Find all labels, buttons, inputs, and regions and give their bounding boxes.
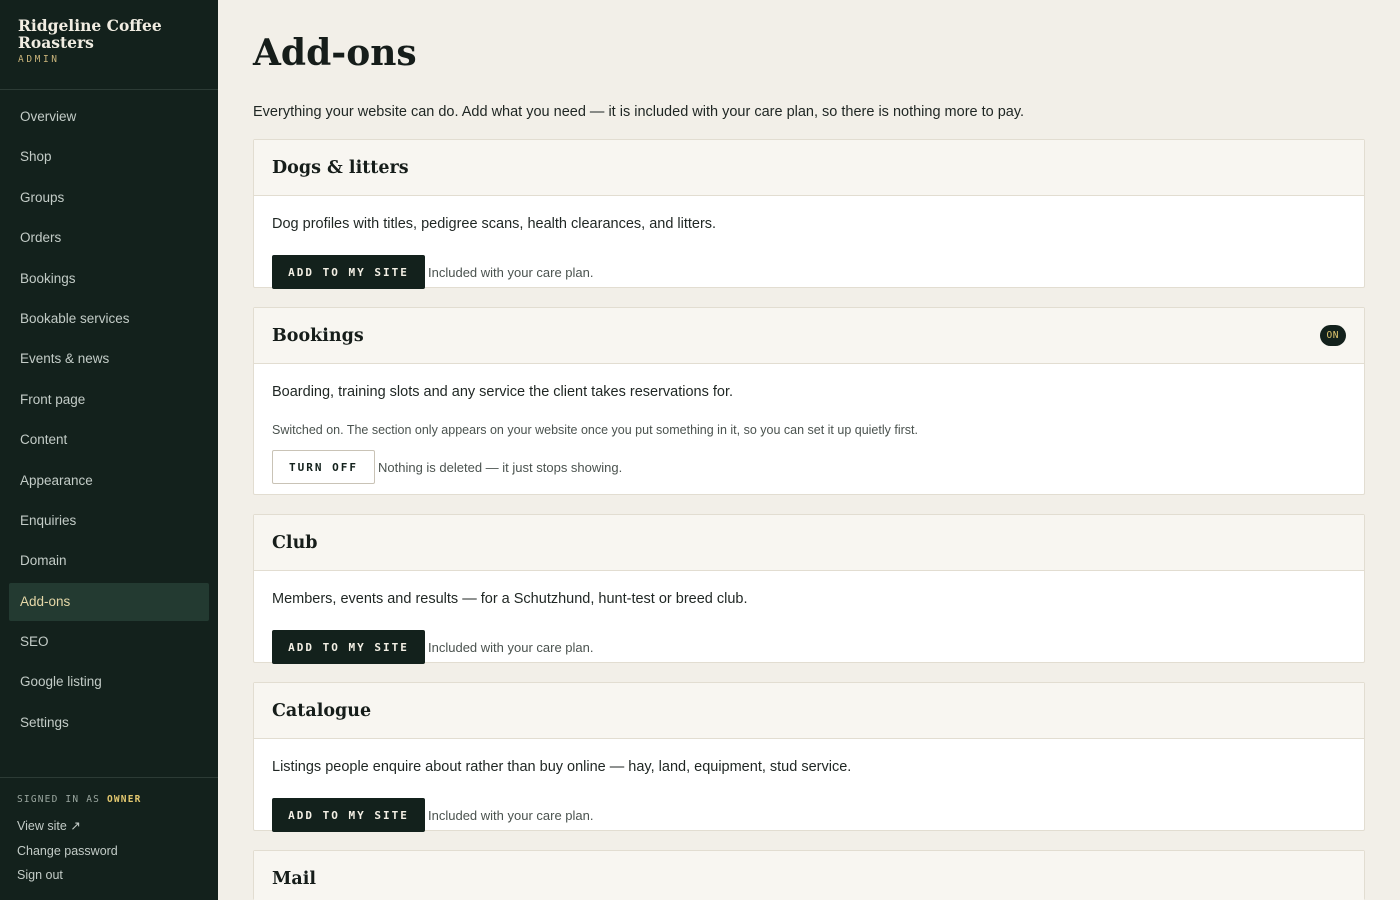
turn-off-button[interactable]: TURN OFF [272,450,375,484]
action-hint: Included with your care plan. [428,807,594,823]
signed-in-label: SIGNED IN AS [17,794,101,805]
action-hint: Nothing is deleted — it just stops showi… [378,459,623,475]
card-description: Listings people enquire about rather tha… [272,759,852,775]
sidebar-item-events-news[interactable]: Events & news [9,340,209,378]
brand: Ridgeline Coffee Roasters ADMIN [0,0,218,90]
action-hint: Included with your care plan. [428,639,594,655]
sidebar-item-domain[interactable]: Domain [9,542,209,580]
sidebar-item-bookings[interactable]: Bookings [9,260,209,298]
status-badge: ON [1319,325,1346,346]
card-body: Members, events and results — for a Schu… [254,589,1364,664]
card-note: Switched on. The section only appears on… [272,423,918,437]
main-content: Add-ons Everything your website can do. … [253,0,1365,900]
user-role: OWNER [106,794,142,805]
card-title: Dogs & litters [272,157,409,178]
signed-in-status: SIGNED IN AS OWNER [17,794,201,805]
brand-subtitle: ADMIN [18,54,60,65]
sidebar-item-shop[interactable]: Shop [9,138,209,176]
add-to-site-button[interactable]: ADD TO MY SITE [272,630,425,664]
card-actions: TURN OFF Nothing is deleted — it just st… [272,450,1346,484]
sidebar-item-seo[interactable]: SEO [9,623,209,661]
card-actions: ADD TO MY SITE Included with your care p… [272,255,1346,289]
sidebar-item-content[interactable]: Content [9,421,209,459]
addon-card-club: Club Members, events and results — for a… [253,514,1365,664]
card-header: Mail [254,851,1364,900]
card-title: Mail [272,869,317,889]
card-header: Club [254,515,1364,571]
change-password-link[interactable]: Change password [17,839,201,864]
sidebar-item-appearance[interactable]: Appearance [9,462,209,500]
card-actions: ADD TO MY SITE Included with your care p… [272,630,1346,664]
sidebar-nav: Overview Shop Groups Orders Bookings Boo… [0,98,218,742]
card-body: Listings people enquire about rather tha… [254,757,1364,832]
sidebar: Ridgeline Coffee Roasters ADMIN Overview… [0,0,218,900]
addon-card-catalogue: Catalogue Listings people enquire about … [253,682,1365,832]
add-to-site-button[interactable]: ADD TO MY SITE [272,798,425,832]
card-description: Boarding, training slots and any service… [272,384,734,400]
view-site-link[interactable]: View site ↗ [17,814,201,839]
card-title: Catalogue [272,700,372,721]
sidebar-item-settings[interactable]: Settings [9,704,209,742]
card-body: Boarding, training slots and any service… [254,382,1364,484]
sidebar-item-groups[interactable]: Groups [9,179,209,217]
sidebar-item-overview[interactable]: Overview [9,98,209,136]
sidebar-item-orders[interactable]: Orders [9,219,209,257]
page-title: Add-ons [253,32,417,74]
addon-card-mail: Mail [253,850,1365,900]
brand-name[interactable]: Ridgeline Coffee Roasters [18,17,200,51]
add-to-site-button[interactable]: ADD TO MY SITE [272,255,425,289]
card-header: Catalogue [254,683,1364,739]
sidebar-item-enquiries[interactable]: Enquiries [9,502,209,540]
action-hint: Included with your care plan. [428,264,594,280]
card-title: Club [272,532,318,553]
card-body: Dog profiles with titles, pedigree scans… [254,214,1364,289]
sign-out-link[interactable]: Sign out [17,863,201,888]
sidebar-footer: SIGNED IN AS OWNER View site ↗ Change pa… [0,777,218,900]
card-header: Dogs & litters [254,140,1364,196]
page-intro: Everything your website can do. Add what… [253,104,1025,120]
card-actions: ADD TO MY SITE Included with your care p… [272,798,1346,832]
sidebar-item-google-listing[interactable]: Google listing [9,663,209,701]
addon-card-dogs-litters: Dogs & litters Dog profiles with titles,… [253,139,1365,289]
sidebar-item-front-page[interactable]: Front page [9,381,209,419]
sidebar-item-add-ons[interactable]: Add-ons [9,582,209,621]
card-header: Bookings ON [254,308,1364,364]
sidebar-item-bookable-services[interactable]: Bookable services [9,300,209,338]
card-title: Bookings [272,325,364,346]
card-description: Dog profiles with titles, pedigree scans… [272,216,717,232]
card-description: Members, events and results — for a Schu… [272,591,748,607]
addon-card-bookings: Bookings ON Boarding, training slots and… [253,307,1365,495]
